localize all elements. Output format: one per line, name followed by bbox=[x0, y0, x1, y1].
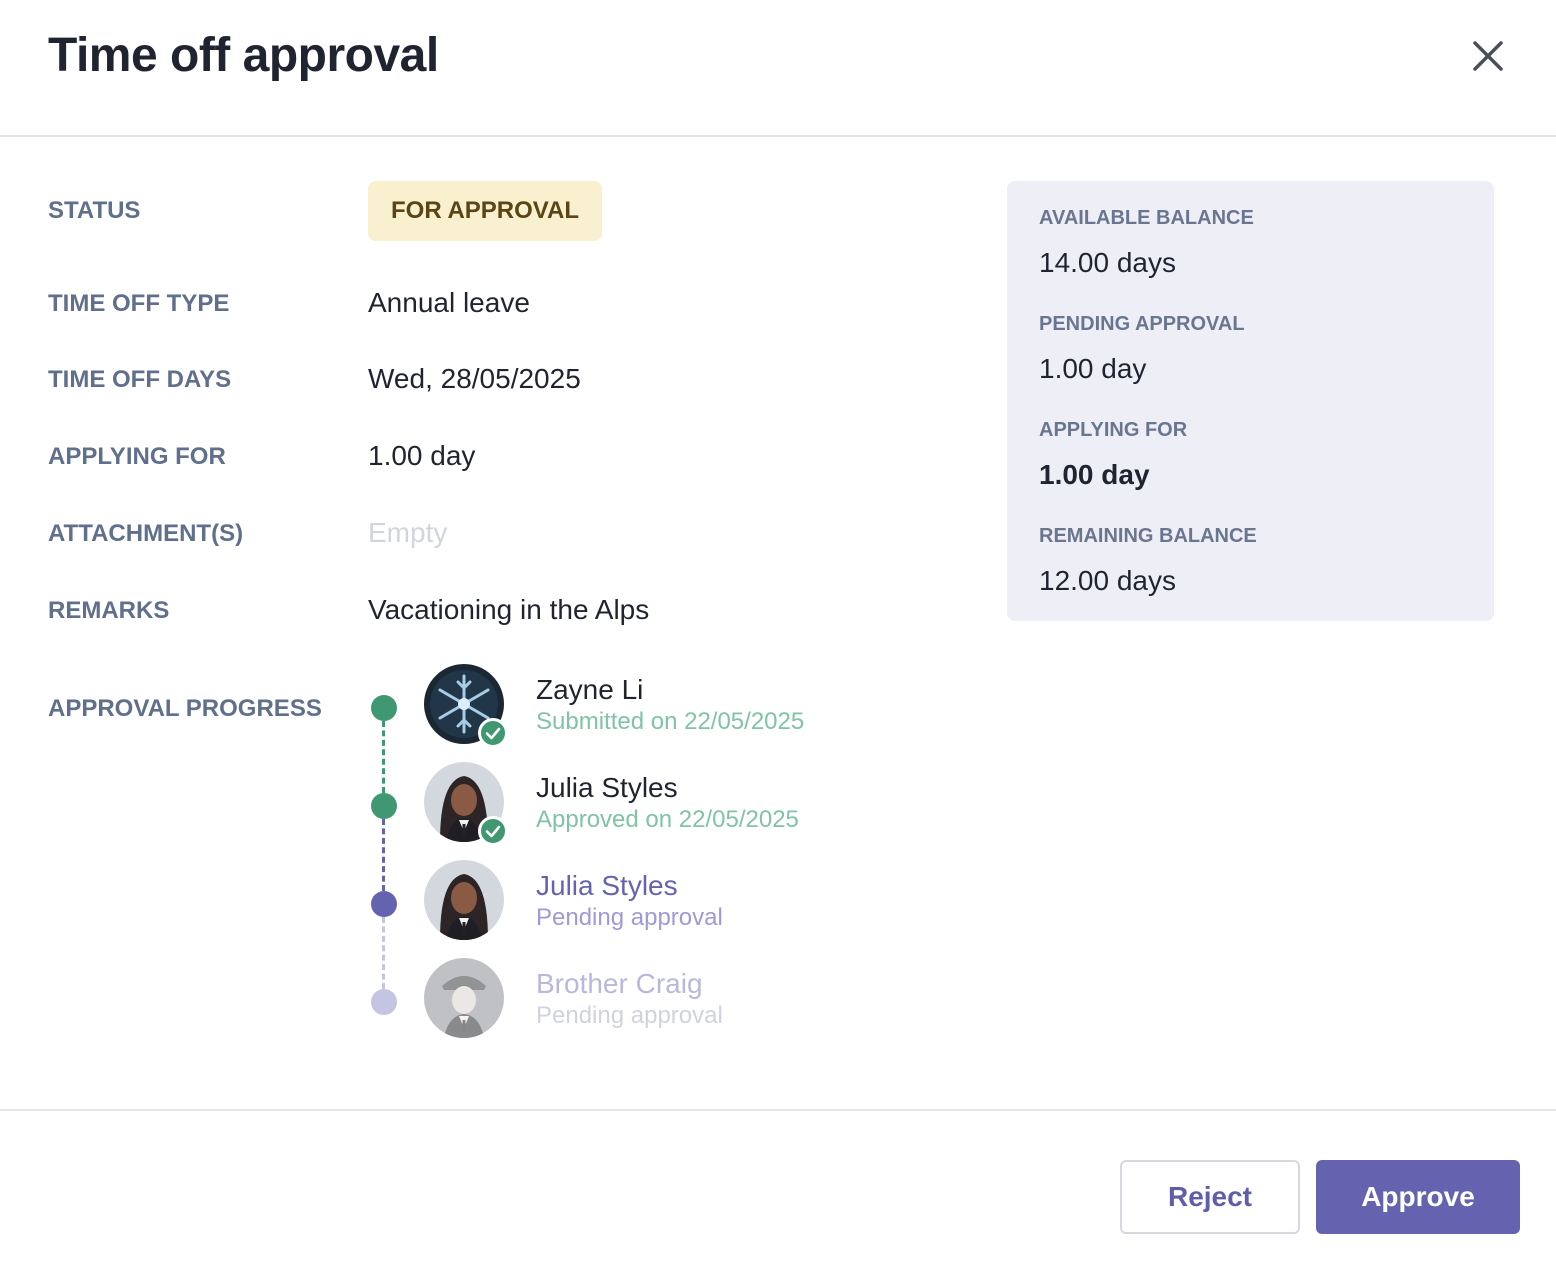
timeline-dot-current bbox=[371, 891, 397, 917]
applying-for-label: APPLYING FOR bbox=[48, 443, 226, 470]
approver-name: Julia Styles bbox=[536, 772, 678, 803]
approve-button[interactable]: Approve bbox=[1316, 1160, 1520, 1234]
approver-name: Zayne Li bbox=[536, 674, 644, 705]
pending-approval-value: 1.00 day bbox=[1039, 353, 1147, 384]
attachments-value: Empty bbox=[368, 517, 448, 548]
approval-timeline: Zayne Li Submitted on 22/05/2025 Julia S… bbox=[360, 660, 960, 1050]
approver-status: Approved on 22/05/2025 bbox=[536, 806, 799, 833]
dialog-header: Time off approval bbox=[0, 0, 1556, 137]
time-off-days-value: Wed, 28/05/2025 bbox=[368, 363, 581, 394]
status-badge: FOR APPROVAL bbox=[368, 181, 603, 241]
dialog-footer-divider bbox=[0, 1109, 1556, 1111]
available-balance-label: AVAILABLE BALANCE bbox=[1039, 207, 1254, 229]
pending-approval-label: PENDING APPROVAL bbox=[1039, 313, 1245, 335]
approver-name: Brother Craig bbox=[536, 968, 703, 999]
approver-status: Pending approval bbox=[536, 904, 723, 931]
check-badge-icon bbox=[478, 816, 508, 846]
remaining-balance-value: 12.00 days bbox=[1039, 565, 1176, 596]
applying-for-value: 1.00 day bbox=[368, 440, 476, 471]
time-off-type-label: TIME OFF TYPE bbox=[48, 290, 230, 317]
balance-applying-value: 1.00 day bbox=[1039, 459, 1150, 490]
avatar bbox=[424, 860, 504, 940]
remarks-value: Vacationing in the Alps bbox=[368, 594, 650, 625]
status-label: STATUS bbox=[48, 197, 141, 224]
timeline-connector bbox=[382, 819, 385, 891]
close-icon bbox=[1473, 41, 1503, 71]
reject-button[interactable]: Reject bbox=[1120, 1160, 1300, 1234]
remaining-balance-label: REMAINING BALANCE bbox=[1039, 525, 1257, 547]
approver-name: Julia Styles bbox=[536, 870, 678, 901]
person-avatar-icon bbox=[424, 860, 504, 940]
approver-status: Submitted on 22/05/2025 bbox=[536, 708, 805, 735]
avatar bbox=[424, 958, 504, 1038]
timeline-connector bbox=[382, 917, 385, 989]
timeline-dot-done bbox=[371, 793, 397, 819]
timeline-dot-done bbox=[371, 695, 397, 721]
time-off-type-value: Annual leave bbox=[368, 287, 530, 318]
available-balance-value: 14.00 days bbox=[1039, 247, 1176, 278]
check-badge-icon bbox=[478, 718, 508, 748]
close-button[interactable] bbox=[1466, 34, 1510, 78]
remarks-label: REMARKS bbox=[48, 597, 170, 624]
balance-applying-label: APPLYING FOR bbox=[1039, 419, 1188, 441]
timeline-connector bbox=[382, 721, 385, 793]
timeline-dot-upcoming bbox=[371, 989, 397, 1015]
approval-progress-label: APPROVAL PROGRESS bbox=[48, 695, 322, 722]
time-off-days-label: TIME OFF DAYS bbox=[48, 366, 232, 393]
attachments-label: ATTACHMENT(S) bbox=[48, 520, 244, 547]
approver-status: Pending approval bbox=[536, 1002, 723, 1029]
dialog-title: Time off approval bbox=[48, 29, 439, 82]
person-avatar-icon bbox=[424, 958, 504, 1038]
balance-card: AVAILABLE BALANCE 14.00 days PENDING APP… bbox=[1007, 181, 1494, 621]
